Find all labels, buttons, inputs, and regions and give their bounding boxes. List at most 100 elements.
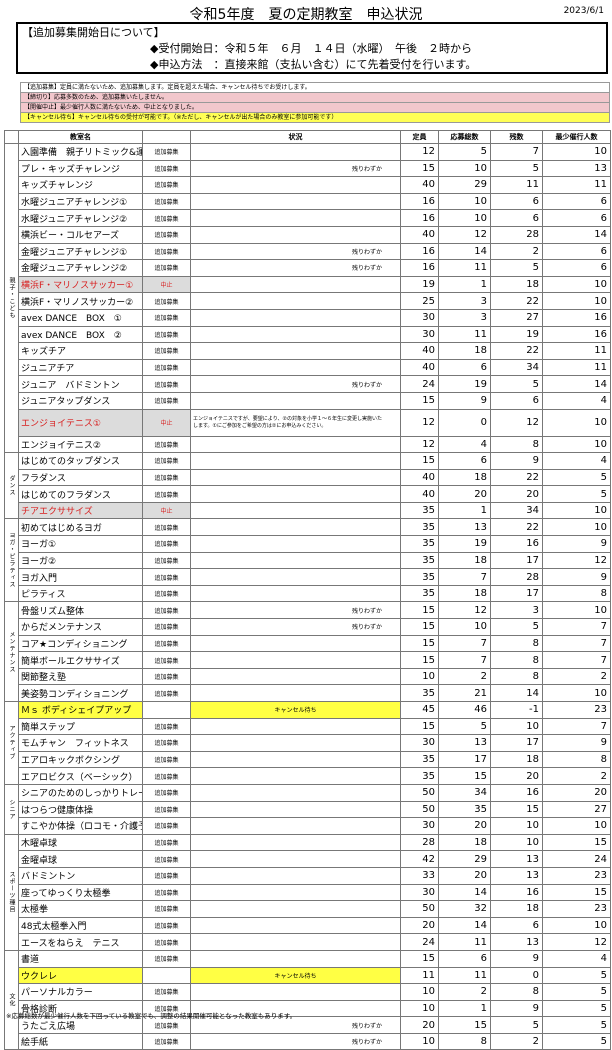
applicants-cell: 3 <box>438 292 491 310</box>
minimum-cell: 14 <box>542 375 611 393</box>
status-cell: 追加募集 <box>142 308 191 327</box>
situation-cell <box>190 916 401 935</box>
situation-cell <box>190 800 401 819</box>
minimum-cell: 7 <box>542 618 611 636</box>
minimum-cell: 11 <box>542 358 611 377</box>
status-cell: 追加募集 <box>142 750 191 769</box>
status-cell: 追加募集 <box>142 535 191 553</box>
situation-cell <box>190 551 401 570</box>
capacity-cell: 30 <box>400 817 439 835</box>
applicants-cell: 4 <box>438 435 491 454</box>
applicants-cell: 18 <box>438 551 491 570</box>
class-name: 絵手紙 <box>18 1032 143 1050</box>
status-cell: 追加募集 <box>142 667 191 686</box>
applicants-cell: 7 <box>438 634 491 653</box>
table-row: スポーツ種目 木曜卓球 追加募集 28 18 10 15 <box>4 833 611 951</box>
remaining-cell: 28 <box>490 225 543 244</box>
minimum-cell: 6 <box>542 259 611 277</box>
table-row: エアロキックボクシング 追加募集 35 17 18 8 <box>5 750 611 769</box>
class-name: はじめてのタップダンス <box>18 452 143 470</box>
capacity-cell: 33 <box>400 866 439 885</box>
capacity-cell: 30 <box>400 734 439 752</box>
minimum-cell: 10 <box>542 817 611 835</box>
table-row: シニアシニアのためのしっかりトレーニング追加募集50341620 <box>4 783 611 835</box>
minimum-cell: 12 <box>542 933 611 951</box>
note-closed: 【締切り】応募多数のため、追加募集いたしません。 <box>20 92 610 102</box>
status-cell: 追加募集 <box>142 618 191 636</box>
table-row: 水曜ジュニアチャレンジ① 追加募集 16 10 6 6 <box>5 192 611 211</box>
table-row: 金曜ジュニアチャレンジ② 追加募集 残りわずか 16 11 5 6 <box>5 259 611 277</box>
class-name: 横浜F・マリノスサッカー② <box>18 292 143 310</box>
remaining-cell: 7 <box>490 143 543 161</box>
applicants-cell: 18 <box>438 342 491 360</box>
applicants-cell: 10 <box>438 159 491 178</box>
capacity-cell: 35 <box>400 518 439 537</box>
situation-cell <box>190 833 401 852</box>
class-name: キッズチャレンジ <box>18 176 143 194</box>
header-class-name: 教室名 <box>18 130 143 144</box>
minimum-cell: 10 <box>542 601 611 620</box>
minimum-cell: 5 <box>542 999 611 1018</box>
applicants-cell: 6 <box>438 452 491 470</box>
status-cell: 追加募集 <box>142 833 191 852</box>
remaining-cell: 12 <box>490 408 543 437</box>
minimum-cell: 23 <box>542 900 611 918</box>
class-name: 座ってゆっくり太極拳 <box>18 883 143 902</box>
capacity-cell: 12 <box>400 143 439 161</box>
applicants-cell: 10 <box>438 192 491 211</box>
category-label: ダンス <box>4 452 19 520</box>
class-name: 関節整え塾 <box>18 667 143 686</box>
capacity-cell: 42 <box>400 850 439 868</box>
class-name: 骨盤リズム整体 <box>18 601 143 620</box>
status-cell: 追加募集 <box>142 584 191 603</box>
table-row: エンジョイテニス② 追加募集 12 4 8 10 <box>5 435 611 454</box>
header-minimum: 最少催行人数 <box>542 130 611 144</box>
class-name: avex DANCE BOX ② <box>18 325 143 344</box>
minimum-cell: 27 <box>542 800 611 819</box>
status-cell: 追加募集 <box>142 684 191 702</box>
table-row: ヨガ・ピラティス 初めてはじめるヨガ 追加募集 35 13 22 10 <box>4 518 611 603</box>
table-row: エースをねらえ テニス 追加募集 24 11 13 12 <box>5 933 611 951</box>
situation-cell <box>190 883 401 902</box>
situation-cell: キャンセル待ち <box>190 966 401 985</box>
situation-cell <box>190 634 401 653</box>
status-cell: 追加募集 <box>142 176 191 194</box>
applicants-cell: 2 <box>438 983 491 1001</box>
table-row: 絵手紙 追加募集 残りわずか 10 8 2 5 <box>5 1032 611 1050</box>
remaining-cell: 11 <box>490 176 543 194</box>
applicants-cell: 29 <box>438 176 491 194</box>
remaining-cell: 34 <box>490 358 543 377</box>
status-cell: 追加募集 <box>142 601 191 620</box>
capacity-cell: 15 <box>400 601 439 620</box>
status-cell: 追加募集 <box>142 949 191 968</box>
class-name: エースをねらえ テニス <box>18 933 143 951</box>
situation-cell <box>190 767 401 785</box>
situation-cell <box>190 900 401 918</box>
minimum-cell: 10 <box>542 435 611 454</box>
status-cell: 追加募集 <box>142 717 191 736</box>
situation-cell <box>190 949 401 968</box>
situation-cell: 残りわずか <box>190 601 401 620</box>
situation-cell: 残りわずか <box>190 242 401 261</box>
class-name: 太極拳 <box>18 900 143 918</box>
class-name: はつらつ健康体操 <box>18 800 143 819</box>
situation-cell <box>190 651 401 669</box>
situation-cell <box>190 358 401 377</box>
situation-cell <box>190 342 401 360</box>
capacity-cell: 35 <box>400 535 439 553</box>
capacity-cell: 12 <box>400 435 439 454</box>
table-row: アクティブ Ｍｓ ボディシェイプアップ キャンセル待ち 45 46 -1 23 <box>4 701 611 785</box>
table-row: 親子・こども 入園準備 親子リトミック&運動 追加募集 12 5 7 10 <box>4 142 611 454</box>
capacity-cell: 45 <box>400 701 439 719</box>
minimum-cell: 9 <box>542 535 611 553</box>
class-name: 水曜ジュニアチャレンジ① <box>18 192 143 211</box>
minimum-cell: 13 <box>542 159 611 178</box>
header-remaining: 残数 <box>490 130 543 144</box>
applicants-cell: 1 <box>438 999 491 1018</box>
capacity-cell: 11 <box>400 966 439 985</box>
capacity-cell: 15 <box>400 391 439 410</box>
applicants-cell: 7 <box>438 651 491 669</box>
situation-cell: 残りわずか <box>190 259 401 277</box>
table-row: 美姿勢コンディショニング 追加募集 35 21 14 10 <box>5 684 611 702</box>
situation-cell <box>190 501 401 520</box>
